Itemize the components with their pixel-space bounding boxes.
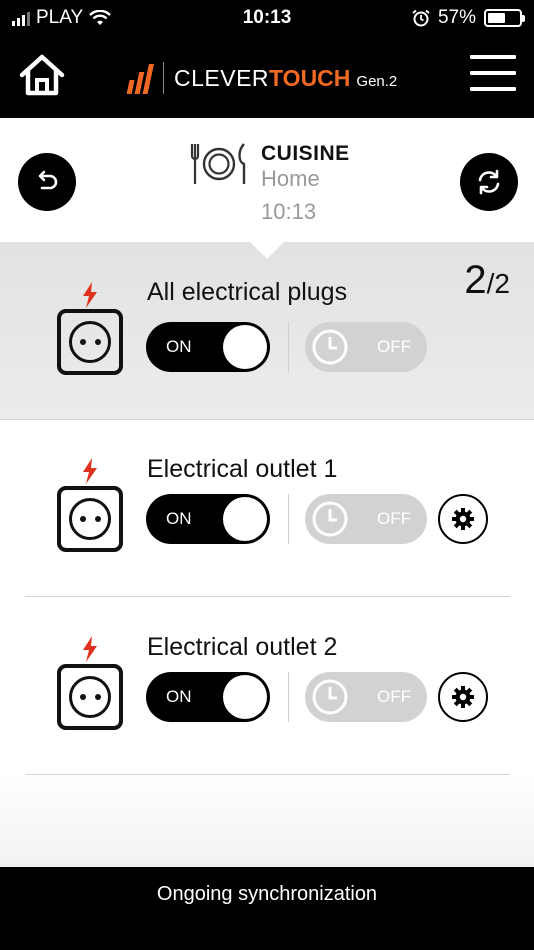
- dining-icon: [190, 143, 246, 184]
- outlet-label: Electrical outlet 1: [147, 455, 338, 483]
- master-row: All electrical plugs 2/2 ON OFF: [0, 242, 534, 420]
- battery-icon: [484, 9, 525, 27]
- outlet-row: Electrical outlet 1 ON OFF: [0, 420, 534, 597]
- sync-status-bar: Ongoing synchronization: [0, 867, 534, 950]
- row-divider: [25, 596, 510, 597]
- status-right: 57%: [412, 7, 525, 29]
- brand-clever: CLEVER: [174, 64, 270, 91]
- sync-status-text: Ongoing synchronization: [156, 883, 378, 905]
- timer-label: OFF: [377, 337, 411, 356]
- control-separator: [288, 672, 289, 722]
- outlet-2-settings-button[interactable]: [438, 672, 488, 722]
- toggle-knob: [223, 675, 267, 719]
- toggle-knob: [223, 325, 267, 369]
- room-subtitle: Home: [261, 166, 320, 191]
- count-total: 2: [494, 268, 510, 299]
- back-icon: [38, 170, 58, 190]
- status-bar: PLAY 10:13 57%: [0, 0, 534, 36]
- socket-icon: [57, 664, 123, 730]
- room-name: CUISINE: [261, 142, 350, 165]
- bolt-icon: [83, 282, 97, 308]
- alarm-icon: [412, 9, 430, 27]
- app-header: CLEVER TOUCH Gen.2: [0, 36, 534, 118]
- home-icon: [19, 54, 65, 96]
- room-time: 10:13: [261, 199, 317, 224]
- master-toggle[interactable]: ON: [146, 322, 270, 372]
- outlet-1-toggle[interactable]: ON: [146, 494, 270, 544]
- brand-logo: CLEVER TOUCH Gen.2: [126, 58, 398, 98]
- outlet-label: Electrical outlet 2: [147, 633, 338, 661]
- sync-button[interactable]: [460, 153, 518, 211]
- control-separator: [288, 494, 289, 544]
- battery-percent: 57%: [437, 7, 476, 28]
- brand-touch: TOUCH: [269, 64, 351, 91]
- battery-fill: [488, 13, 505, 23]
- master-label: All electrical plugs: [147, 278, 348, 306]
- device-list: All electrical plugs 2/2 ON OFF Electric…: [0, 242, 534, 867]
- socket-icon: [57, 309, 123, 375]
- menu-icon: [470, 55, 516, 59]
- gear-icon: [452, 508, 474, 530]
- brand-gen: Gen.2: [356, 72, 398, 90]
- clock-icon: [312, 329, 348, 365]
- outlet-2-timer-toggle[interactable]: OFF: [305, 672, 427, 722]
- control-separator: [288, 322, 289, 372]
- gear-icon: [452, 686, 474, 708]
- socket-icon: [57, 486, 123, 552]
- timer-label: OFF: [377, 687, 411, 706]
- timer-label: OFF: [377, 509, 411, 528]
- outlet-2-toggle[interactable]: ON: [146, 672, 270, 722]
- toggle-label: ON: [166, 509, 192, 528]
- toggle-label: ON: [166, 337, 192, 356]
- outlet-1-settings-button[interactable]: [438, 494, 488, 544]
- master-timer-toggle[interactable]: OFF: [305, 322, 427, 372]
- logo-bars-icon: [126, 62, 155, 94]
- home-button[interactable]: [18, 53, 66, 97]
- menu-button[interactable]: [470, 55, 516, 93]
- clock-icon: [312, 679, 348, 715]
- logo-separator: [163, 62, 164, 94]
- toggle-label: ON: [166, 687, 192, 706]
- bolt-icon: [83, 636, 97, 662]
- toggle-knob: [223, 497, 267, 541]
- row-divider: [25, 774, 510, 775]
- room-card: CUISINE Home 10:13: [0, 118, 534, 259]
- active-count: 2/2: [464, 258, 510, 302]
- sync-icon: [478, 169, 500, 195]
- clock-icon: [312, 501, 348, 537]
- bolt-icon: [83, 458, 97, 484]
- back-button[interactable]: [18, 153, 76, 211]
- count-on: 2: [464, 258, 487, 302]
- outlet-row: Electrical outlet 2 ON OFF: [0, 598, 534, 775]
- outlet-1-timer-toggle[interactable]: OFF: [305, 494, 427, 544]
